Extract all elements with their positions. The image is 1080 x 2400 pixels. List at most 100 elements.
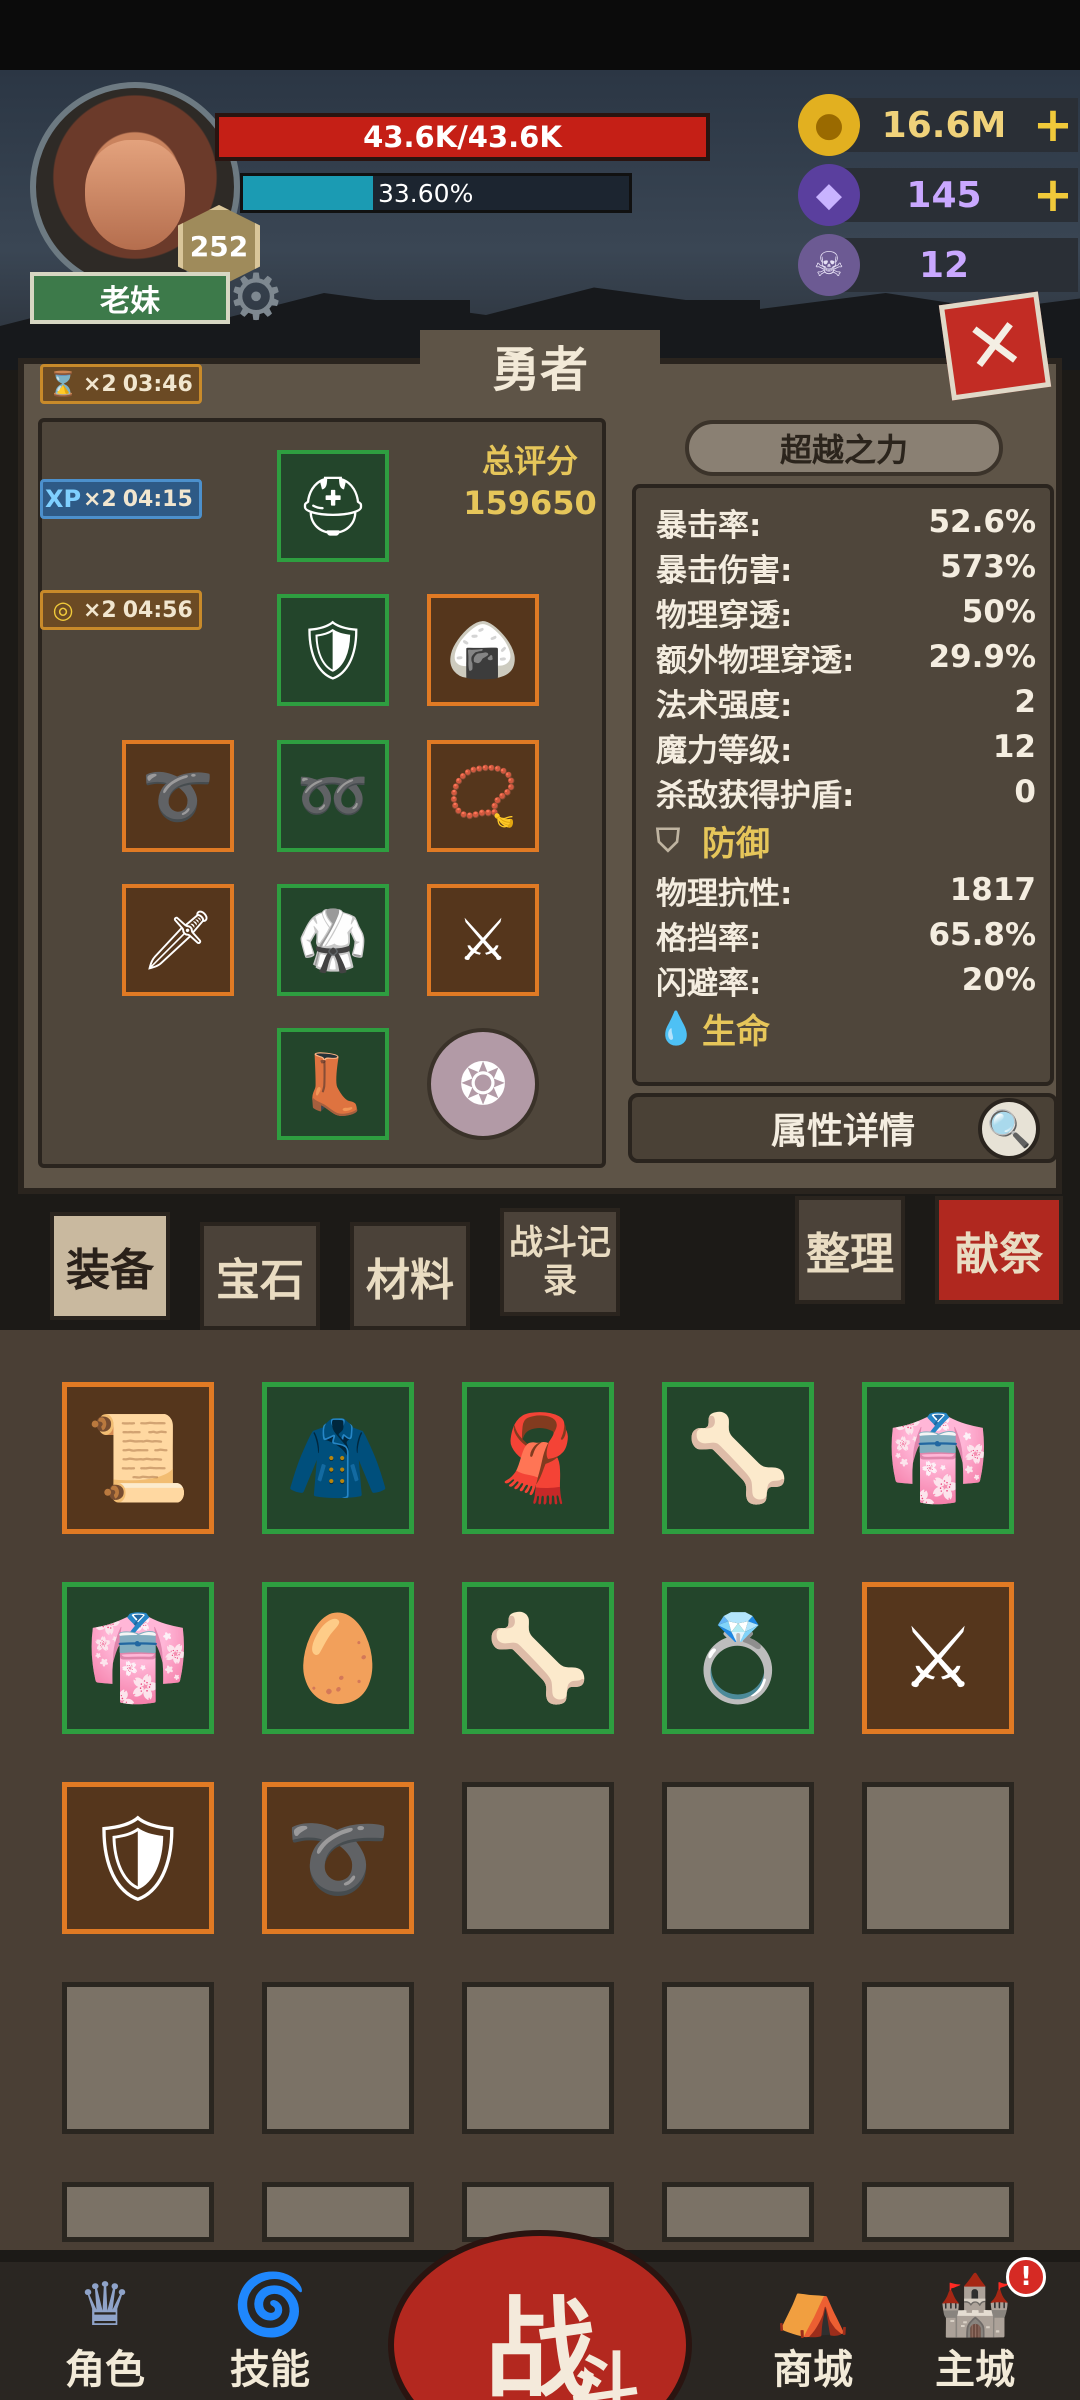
inventory-slot[interactable]: ➰ — [262, 1782, 414, 1934]
shell-icon: 🥚 — [285, 1608, 391, 1707]
battle-label-sub: 斗 — [570, 2345, 640, 2400]
body-armor-icon: 🥋 — [296, 905, 370, 974]
tab-material[interactable]: 材料 — [350, 1222, 470, 1330]
inventory-slot[interactable]: 🦴 — [462, 1582, 614, 1734]
xp-bar: 33.60% — [240, 173, 632, 213]
inventory-slot[interactable]: 🛡 — [62, 1782, 214, 1934]
close-button[interactable]: ✕ — [938, 291, 1052, 401]
sacrifice-button[interactable]: 献祭 — [935, 1196, 1063, 1304]
life-section-title: 💧 生命 — [656, 1006, 1036, 1052]
player-name: 老妹 — [30, 272, 230, 324]
stat-label: 格挡率: — [656, 920, 762, 957]
inventory-slot-empty[interactable] — [662, 1982, 814, 2134]
ribcage-icon: 🦴 — [485, 1608, 591, 1707]
nav-skill-label: 技能 — [230, 2347, 310, 2393]
buff-coin[interactable]: ◎ ×2 04:56 — [40, 590, 202, 630]
nav-character[interactable]: ♛ 角色 — [30, 2273, 180, 2395]
stat-value: 2 — [1014, 684, 1036, 720]
robe-icon: 👘 — [885, 1408, 991, 1507]
inventory-slot[interactable]: 🦴 — [662, 1382, 814, 1534]
inventory-slot-empty[interactable] — [662, 2182, 814, 2242]
drop-icon: 💧 — [656, 1009, 696, 1047]
stat-label: 额外物理穿透: — [656, 642, 855, 679]
boots-slot[interactable]: 👢 — [277, 1028, 389, 1140]
inventory-grid: 📜 🧥 🧣 🦴 👘 👘 🥚 🦴 💍 ⚔ 🛡 ➰ — [0, 1330, 1080, 2250]
ribcage-icon: 🦴 — [685, 1408, 791, 1507]
inventory-slot-empty[interactable] — [62, 1982, 214, 2134]
inventory-slot-empty[interactable] — [862, 1982, 1014, 2134]
food-slot[interactable]: 🍙 — [427, 594, 539, 706]
helmet-slot[interactable]: ⛑ — [277, 450, 389, 562]
inventory-slot[interactable]: 👘 — [862, 1382, 1014, 1534]
inventory-slot[interactable]: 🥚 — [262, 1582, 414, 1734]
add-crystal-button[interactable]: + — [1028, 167, 1078, 223]
score-value: 159650 — [463, 484, 597, 522]
tab-battle-log[interactable]: 战斗记录 — [500, 1208, 620, 1316]
inventory-slot[interactable]: 👘 — [62, 1582, 214, 1734]
nav-city-label: 主城 — [935, 2347, 1015, 2393]
body-armor-slot[interactable]: 🥋 — [277, 884, 389, 996]
necklace-icon: 📿 — [446, 761, 520, 830]
inventory-slot-empty[interactable] — [462, 1982, 614, 2134]
inventory-slot[interactable]: 💍 — [662, 1582, 814, 1734]
inventory-slot-empty[interactable] — [262, 2182, 414, 2242]
buff-time[interactable]: ⌛ ×2 03:46 — [40, 364, 202, 404]
inventory-slot-empty[interactable] — [462, 1782, 614, 1934]
stat-row: 法术强度: 2 — [656, 680, 1036, 724]
inventory-slot-empty[interactable] — [62, 2182, 214, 2242]
tab-gem[interactable]: 宝石 — [200, 1222, 320, 1330]
nav-shop[interactable]: ⛺ 商城 — [738, 2270, 888, 2395]
stat-row: 暴击伤害: 573% — [656, 545, 1036, 589]
inventory-slot-empty[interactable] — [862, 2182, 1014, 2242]
armor-icon: 🛡 — [296, 615, 370, 684]
shield-icon: ⛉ — [656, 820, 681, 859]
necklace-slot[interactable]: 📿 — [427, 740, 539, 852]
inventory-slot[interactable]: 🧥 — [262, 1382, 414, 1534]
stat-value: 50% — [961, 594, 1036, 630]
sword-slot[interactable]: ⚔ — [427, 884, 539, 996]
battle-button[interactable]: 战 — [388, 2230, 692, 2400]
defense-section-title: ⛉ 防御 — [656, 818, 1036, 864]
nav-skill[interactable]: 🌀 技能 — [195, 2273, 345, 2395]
robe-icon: 👘 — [85, 1608, 191, 1707]
buff-xp-multiplier: ×2 — [83, 486, 117, 512]
inventory-slot[interactable]: 📜 — [62, 1382, 214, 1534]
rope-icon: ➿ — [296, 761, 370, 830]
search-icon[interactable]: 🔍 — [978, 1098, 1040, 1160]
weapon-slot[interactable]: 🗡 — [122, 884, 234, 996]
inventory-slot[interactable]: ⚔ — [862, 1582, 1014, 1734]
shield-icon: 🛡 — [84, 1808, 192, 1907]
inventory-slot-empty[interactable] — [262, 1982, 414, 2134]
life-title: 生命 — [702, 1011, 770, 1052]
sword-icon: ⚔ — [457, 906, 509, 974]
stat-label: 法术强度: — [656, 687, 793, 724]
inventory-slot[interactable]: 🧣 — [462, 1382, 614, 1534]
add-gold-button[interactable]: + — [1028, 97, 1078, 153]
bracelet-slot[interactable]: ➰ — [122, 740, 234, 852]
inventory-slot-empty[interactable] — [862, 1782, 1014, 1934]
buff-xp[interactable]: XP ×2 04:15 — [40, 479, 202, 519]
stat-value: 573% — [940, 549, 1036, 585]
stat-row: 杀敌获得护盾: 0 — [656, 770, 1036, 814]
status-bar-area — [0, 0, 1080, 70]
seal-slot[interactable]: ❂ — [427, 1028, 539, 1140]
xp-text: 33.60% — [378, 178, 474, 208]
sort-button[interactable]: 整理 — [795, 1196, 905, 1304]
defense-title: 防御 — [702, 823, 770, 864]
transcend-button[interactable]: 超越之力 — [685, 420, 1003, 476]
tab-equipment[interactable]: 装备 — [50, 1212, 170, 1320]
stat-label: 杀敌获得护盾: — [656, 777, 855, 814]
alert-badge: ! — [1006, 2257, 1046, 2297]
hp-bar: 43.6K/43.6K — [215, 113, 710, 161]
stat-value: 52.6% — [928, 504, 1036, 540]
gear-icon[interactable]: ⚙ — [220, 262, 292, 334]
armor-slot[interactable]: 🛡 — [277, 594, 389, 706]
seal-icon: ❂ — [458, 1050, 508, 1118]
stat-value: 29.9% — [928, 639, 1036, 675]
stat-row: 闪避率: 20% — [656, 958, 1036, 1002]
gold-coin-icon: ● — [798, 94, 860, 156]
shop-icon: ⛺ — [775, 2270, 851, 2340]
inventory-slot-empty[interactable] — [662, 1782, 814, 1934]
rope-slot[interactable]: ➿ — [277, 740, 389, 852]
buff-coin-timer: 04:56 — [122, 597, 193, 623]
